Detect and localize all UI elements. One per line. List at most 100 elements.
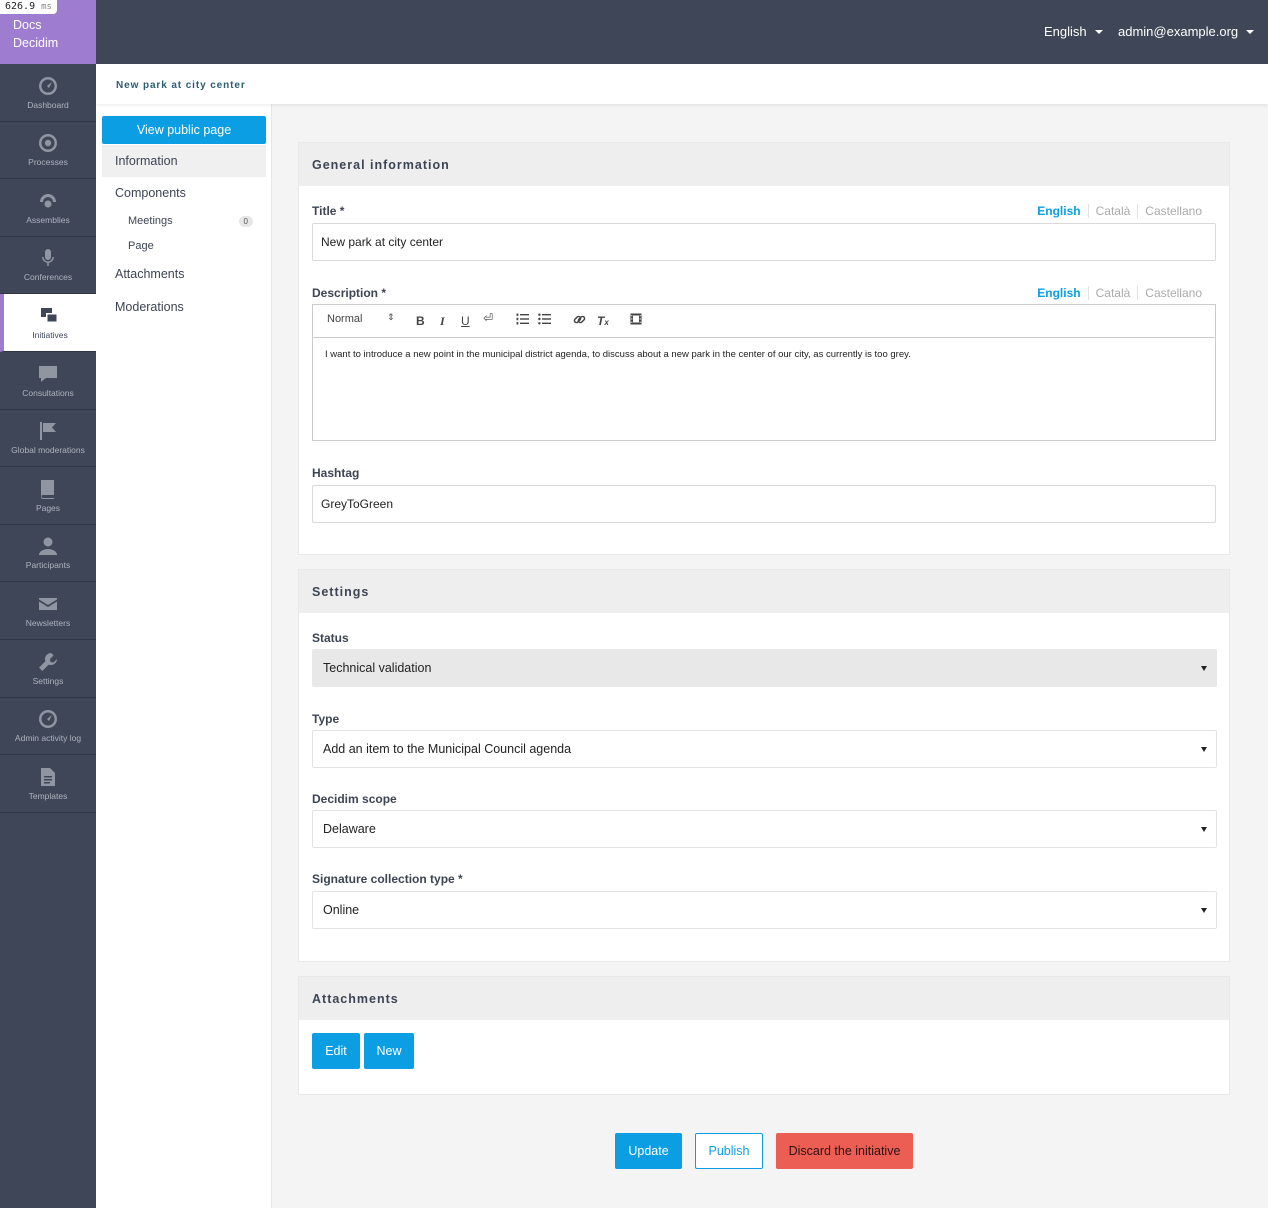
title-language-tabs: English Català Castellano [1030, 204, 1209, 218]
brand-line-2: Decidim [13, 36, 59, 50]
video-icon[interactable] [630, 313, 642, 328]
sidebar-item-assemblies[interactable]: Assemblies [0, 179, 96, 237]
book-icon [41, 479, 54, 499]
new-attachment-button[interactable]: New [364, 1033, 414, 1069]
scope-select[interactable]: Delaware [312, 810, 1217, 848]
status-select[interactable]: Technical validation [312, 649, 1217, 687]
type-label: Type [312, 712, 340, 726]
nav-item-components[interactable]: Components [102, 180, 266, 206]
sidebar-item-label: Initiatives [32, 329, 68, 340]
format-select-arrows-icon: ⇕ [387, 312, 395, 322]
sidebar-item-dashboard[interactable]: Dashboard [0, 64, 96, 122]
tab-english[interactable]: English [1030, 286, 1087, 300]
description-label: Description * [312, 286, 387, 300]
tab-catala[interactable]: Català [1087, 204, 1138, 218]
tab-catala[interactable]: Català [1087, 286, 1138, 300]
signature-type-label: Signature collection type * [312, 872, 463, 886]
sidebar-item-processes[interactable]: Processes [0, 122, 96, 180]
sidebar-item-label: Dashboard [27, 99, 69, 110]
sidebar-item-label: Pages [35, 502, 61, 513]
sidebar-item-label: Global moderations [11, 445, 85, 456]
sidebar-item-admin-activity-log[interactable]: Admin activity log [0, 698, 96, 756]
dashboard-icon [39, 710, 57, 729]
nav-item-page[interactable]: Page [128, 237, 253, 255]
dropdown-arrow-icon [1201, 747, 1207, 752]
document-icon [41, 767, 55, 786]
brand-line-1: Docs [13, 18, 42, 32]
caret-down-icon [1094, 29, 1103, 34]
sidebar-item-templates[interactable]: Templates [0, 755, 96, 813]
discard-initiative-button[interactable]: Discard the initiative [776, 1133, 913, 1169]
attachments-card: Attachments Edit New [298, 976, 1230, 1095]
tab-castellano[interactable]: Castellano [1137, 204, 1209, 218]
initiatives-icon [41, 307, 58, 323]
bold-icon[interactable]: B [416, 314, 425, 328]
description-editor-body[interactable]: I want to introduce a new point in the m… [313, 338, 1215, 371]
sidebar-item-participants[interactable]: Participants [0, 525, 96, 583]
flag-icon [40, 422, 56, 441]
sidebar-item-initiatives[interactable]: Initiatives [0, 294, 96, 352]
nav-item-moderations[interactable]: Moderations [102, 294, 266, 320]
scope-select-value: Delaware [323, 822, 376, 836]
sidebar-item-label: Participants [25, 560, 71, 571]
description-editor: Normal ⇕ B I U ⏎ Tx I want to introduce … [312, 304, 1216, 441]
card-heading: General information [299, 143, 1229, 186]
page-title: New park at city center [116, 80, 246, 91]
assembly-icon [40, 193, 56, 208]
nav-item-attachments[interactable]: Attachments [102, 261, 266, 287]
italic-icon[interactable]: I [440, 314, 445, 329]
dropdown-arrow-icon [1201, 827, 1207, 832]
sidebar-item-label: Newsletters [25, 617, 71, 628]
bullet-list-icon[interactable] [538, 313, 551, 328]
dropdown-arrow-icon [1201, 908, 1207, 913]
type-select[interactable]: Add an item to the Municipal Council age… [312, 730, 1217, 768]
tab-english[interactable]: English [1030, 204, 1087, 218]
envelope-icon [39, 597, 57, 610]
nav-item-label: Page [128, 240, 154, 252]
user-menu[interactable]: admin@example.org [1118, 24, 1255, 39]
sidebar-item-newsletters[interactable]: Newsletters [0, 582, 96, 640]
nav-item-information[interactable]: Information [102, 145, 266, 177]
nav-item-label: Meetings [128, 215, 173, 227]
sidebar-item-label: Consultations [22, 387, 74, 398]
edit-attachments-button[interactable]: Edit [312, 1033, 360, 1069]
sidebar-item-global-moderations[interactable]: Global moderations [0, 410, 96, 468]
underline-icon[interactable]: U [461, 314, 470, 328]
main-sidebar: 626.9 ms Docs Decidim Dashboard Processes… [0, 0, 96, 1208]
card-heading: Settings [299, 570, 1229, 613]
publish-button[interactable]: Publish [695, 1133, 763, 1169]
title-input[interactable]: New park at city center [312, 223, 1216, 261]
linebreak-icon[interactable]: ⏎ [483, 311, 493, 325]
scope-label: Decidim scope [312, 792, 397, 806]
card-heading: Attachments [299, 977, 1229, 1020]
view-public-page-button[interactable]: View public page [102, 116, 266, 144]
dropdown-arrow-icon [1201, 666, 1207, 671]
editor-toolbar: Normal ⇕ B I U ⏎ Tx [313, 305, 1215, 338]
status-label: Status [312, 631, 349, 645]
signature-type-select[interactable]: Online [312, 891, 1217, 929]
clear-format-icon[interactable]: Tx [597, 314, 609, 328]
render-timing-badge: 626.9 ms [0, 0, 57, 14]
sidebar-item-label: Conferences [23, 272, 73, 283]
status-select-value: Technical validation [323, 661, 432, 675]
sidebar-item-label: Assemblies [26, 214, 70, 225]
hashtag-input[interactable]: GreyToGreen [312, 485, 1216, 523]
sidebar-item-consultations[interactable]: Consultations [0, 352, 96, 410]
ordered-list-icon[interactable] [516, 313, 529, 328]
nav-item-meetings[interactable]: Meetings 0 [128, 212, 253, 230]
title-label: Title * [312, 204, 345, 218]
language-selector[interactable]: English [1044, 24, 1103, 39]
sidebar-item-conferences[interactable]: Conferences [0, 237, 96, 295]
sidebar-item-pages[interactable]: Pages [0, 467, 96, 525]
top-bar: English admin@example.org [96, 0, 1268, 64]
breadcrumb: New park at city center [96, 64, 1268, 104]
secondary-nav: View public page Information Components … [96, 104, 272, 1208]
update-button[interactable]: Update [615, 1133, 682, 1169]
format-select[interactable]: Normal [327, 313, 362, 325]
sidebar-item-settings[interactable]: Settings [0, 640, 96, 698]
link-icon[interactable] [573, 313, 586, 329]
tab-castellano[interactable]: Castellano [1137, 286, 1209, 300]
language-label: English [1044, 24, 1087, 39]
general-information-card: General information Title * English Cata… [298, 142, 1230, 555]
caret-down-icon [1246, 29, 1255, 34]
